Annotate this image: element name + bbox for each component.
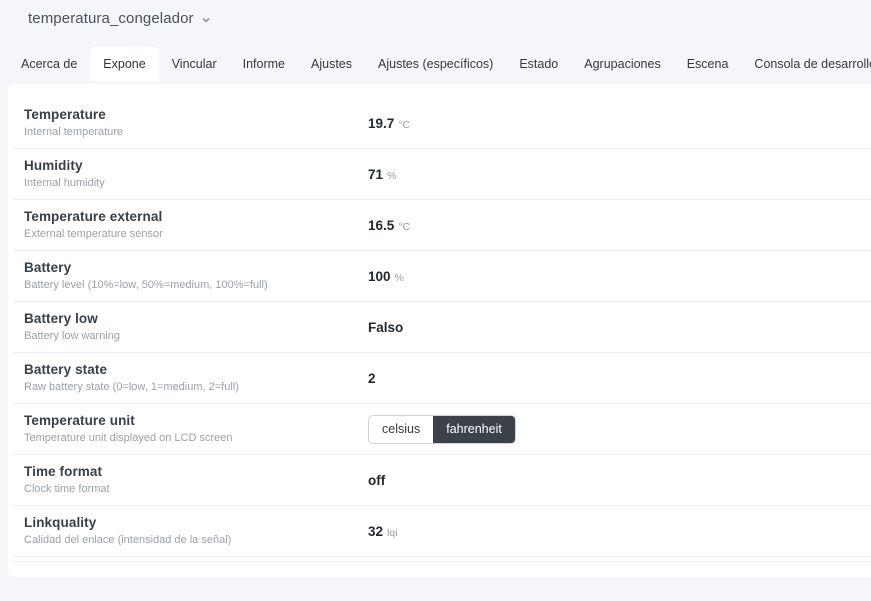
expose-row-battery-low: Battery low Battery low warning Falso (14, 302, 871, 353)
chevron-down-icon (201, 15, 211, 25)
device-title: temperatura_congelador (28, 10, 194, 27)
tab-ajustes[interactable]: Ajustes (298, 47, 365, 81)
expose-description: Internal humidity (24, 176, 368, 191)
expose-row-humidity: Humidity Internal humidity 71 % (14, 149, 871, 200)
expose-description: Internal temperature (24, 125, 368, 140)
tab-escena[interactable]: Escena (674, 47, 742, 81)
expose-title: Time format (24, 463, 368, 481)
expose-row-temperature: Temperature Internal temperature 19.7 °C (14, 98, 871, 149)
expose-description: Battery low warning (24, 329, 368, 344)
expose-description: Clock time format (24, 482, 368, 497)
fahrenheit-button[interactable]: fahrenheit (433, 416, 515, 443)
expose-unit: % (387, 170, 396, 182)
expose-title: Battery state (24, 361, 368, 379)
expose-unit: °C (398, 221, 410, 233)
tab-consola-de-desarrollo[interactable]: Consola de desarrollo (741, 47, 871, 81)
expose-value: 2 (368, 371, 376, 386)
expose-title: Temperature unit (24, 412, 368, 430)
expose-title: Linkquality (24, 514, 368, 532)
exposes-card: Temperature Internal temperature 19.7 °C… (8, 84, 871, 577)
tab-vincular[interactable]: Vincular (159, 47, 230, 81)
expose-description: Temperature unit displayed on LCD screen (24, 431, 368, 446)
expose-row-temperature-external: Temperature external External temperatur… (14, 200, 871, 251)
expose-value: 71 (368, 167, 383, 182)
expose-description: Battery level (10%=low, 50%=medium, 100%… (24, 278, 368, 293)
device-tabs: Acerca de Expone Vincular Informe Ajuste… (8, 47, 871, 81)
expose-unit: % (395, 272, 404, 284)
expose-unit: °C (398, 119, 410, 131)
tab-informe[interactable]: Informe (230, 47, 298, 81)
temperature-unit-toggle: celsius fahrenheit (368, 415, 516, 444)
expose-title: Battery (24, 259, 368, 277)
tab-ajustes-especificos[interactable]: Ajustes (específicos) (365, 47, 506, 81)
tab-expone[interactable]: Expone (90, 47, 158, 81)
expose-description: Raw battery state (0=low, 1=medium, 2=fu… (24, 380, 368, 395)
expose-row-battery-state: Battery state Raw battery state (0=low, … (14, 353, 871, 404)
tab-acerca-de[interactable]: Acerca de (8, 47, 90, 81)
expose-description: Calidad del enlace (intensidad de la señ… (24, 533, 368, 548)
expose-row-temperature-unit: Temperature unit Temperature unit displa… (14, 404, 871, 455)
expose-title: Humidity (24, 157, 368, 175)
device-page: temperatura_congelador Acerca de Expone … (0, 0, 871, 601)
table-footer-divider (14, 561, 871, 562)
expose-value: off (368, 473, 385, 488)
expose-value: 32 (368, 524, 383, 539)
expose-value: 100 (368, 269, 391, 284)
expose-title: Temperature external (24, 208, 368, 226)
expose-value: Falso (368, 320, 403, 335)
expose-title: Battery low (24, 310, 368, 328)
expose-description: External temperature sensor (24, 227, 368, 242)
expose-row-time-format: Time format Clock time format off (14, 455, 871, 506)
expose-title: Temperature (24, 106, 368, 124)
expose-value: 19.7 (368, 116, 394, 131)
expose-unit: lqi (387, 527, 398, 539)
expose-row-linkquality: Linkquality Calidad del enlace (intensid… (14, 506, 871, 557)
celsius-button[interactable]: celsius (369, 416, 433, 443)
device-title-dropdown[interactable]: temperatura_congelador (28, 10, 211, 27)
tab-agrupaciones[interactable]: Agrupaciones (571, 47, 673, 81)
exposes-table: Temperature Internal temperature 19.7 °C… (8, 84, 871, 557)
expose-row-battery: Battery Battery level (10%=low, 50%=medi… (14, 251, 871, 302)
tab-estado[interactable]: Estado (506, 47, 571, 81)
expose-value: 16.5 (368, 218, 394, 233)
